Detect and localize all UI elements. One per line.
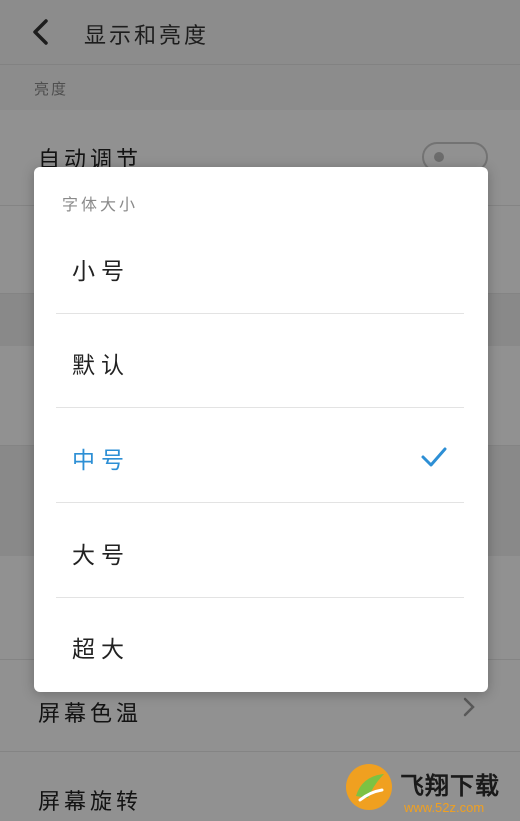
option-extra-large[interactable]: 超大 [56,598,464,692]
option-medium[interactable]: 中号 [56,409,464,503]
divider [56,502,464,503]
watermark-name: 飞翔下载 [400,772,500,800]
divider [56,407,464,408]
option-default[interactable]: 默认 [56,314,464,408]
option-label: 默认 [72,353,130,379]
option-label: 小号 [72,259,130,285]
dialog-title: 字体大小 [62,195,139,214]
option-small[interactable]: 小号 [56,220,464,314]
watermark-url: www.52z.com [404,800,485,815]
option-label: 大号 [72,543,130,569]
option-label: 超大 [72,637,130,663]
watermark: 飞翔下载 www.52z.com [344,760,520,821]
option-label: 中号 [72,448,130,474]
watermark-logo-icon [346,764,392,810]
option-large[interactable]: 大号 [56,504,464,598]
font-size-dialog: 字体大小 小号 默认 中号 大号 超大 [34,167,488,692]
check-icon [421,447,447,467]
